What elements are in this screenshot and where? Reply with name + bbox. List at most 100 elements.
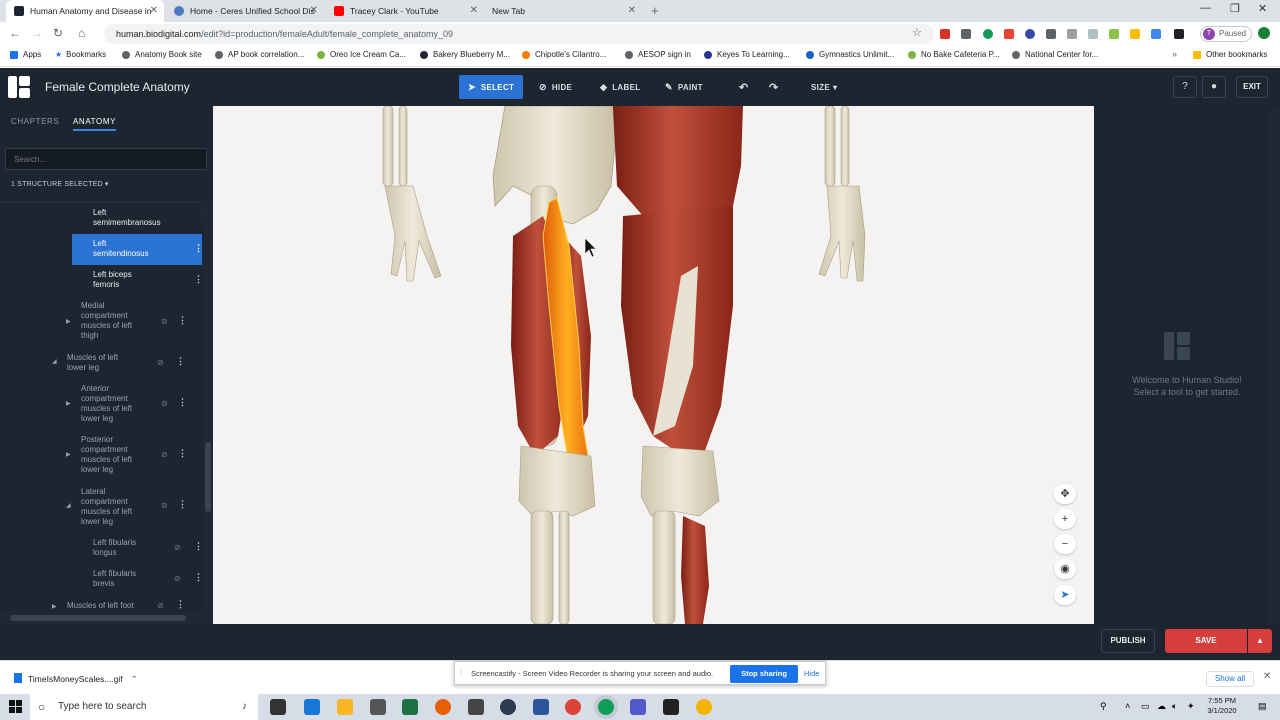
scrollbar-thumb[interactable] [205,442,211,512]
undo-button[interactable]: ↶ [730,75,758,99]
close-downloads-icon[interactable]: ✕ [1263,671,1271,682]
more-options-icon[interactable]: ⋮ [198,209,202,220]
screencastify-extension-icon[interactable] [1004,29,1014,39]
expand-arrow-icon[interactable]: ▶ [66,451,71,458]
close-tab-icon[interactable]: ✕ [470,5,478,16]
other-bookmarks[interactable]: Other bookmarks [1193,50,1267,59]
bookmark-item[interactable]: AP book correlation... [215,50,304,59]
anatomy-search-input[interactable] [5,148,207,170]
bookmark-star-icon[interactable]: ☆ [912,26,922,39]
close-tab-icon[interactable]: ✕ [150,5,158,16]
tree-item-anterior-compartment-lower-leg[interactable]: Anterior compartment muscles of left low… [81,384,146,424]
bookmark-item[interactable]: National Center for... [1012,50,1098,59]
tree-item-left-biceps-femoris[interactable]: Left biceps femoris [93,270,153,290]
browser-tab-ceres[interactable]: Home - Ceres Unified School Dis ✕ [166,0,324,22]
bookmark-item[interactable]: ★ Bookmarks [55,50,106,59]
file-explorer-icon[interactable] [337,699,353,715]
show-all-downloads-button[interactable]: Show all [1206,671,1254,687]
eye-slash-icon[interactable]: ⊘ [161,501,168,510]
more-options-icon[interactable]: ⋮ [194,243,202,254]
expand-arrow-icon[interactable]: ▶ [66,318,71,325]
tree-vertical-scrollbar[interactable] [203,202,213,612]
home-icon[interactable]: ⌂ [78,26,85,40]
eye-slash-icon[interactable]: ⊘ [161,399,168,408]
extension-icon[interactable] [1088,29,1098,39]
volume-icon[interactable]: 🔈︎ [1172,701,1177,712]
teams-icon[interactable] [630,699,646,715]
address-bar[interactable]: human.biodigital.com/edit?id=production/… [104,24,934,44]
system-clock[interactable]: 7:55 PM 3/1/2020 [1200,696,1244,716]
recenter-button[interactable]: ✥ [1054,484,1076,504]
browser-tab-newtab[interactable]: New Tab ✕ [484,0,642,22]
extension-icon[interactable] [1151,29,1161,39]
photos-icon[interactable] [663,699,679,715]
bookmark-item[interactable]: No Bake Cafeteria P... [908,50,1000,59]
bookmark-item[interactable]: Oreo Ice Cream Ca... [317,50,406,59]
app-icon[interactable] [370,699,386,715]
word-icon[interactable] [533,699,549,715]
bookmark-apps[interactable]: Apps [10,50,41,59]
drive-extension-icon[interactable] [961,29,971,39]
new-tab-plus-icon[interactable]: + [651,3,659,18]
chrome-icon[interactable] [565,699,581,715]
app-icon[interactable] [500,699,516,715]
tab-chapters[interactable]: CHAPTERS [11,117,59,126]
bookmark-item[interactable]: Gymnastics Unlimit... [806,50,894,59]
hide-banner-button[interactable]: Hide [804,669,819,678]
browser-tab-youtube[interactable]: Tracey Clark - YouTube ✕ [326,0,484,22]
chrome-active-icon[interactable] [598,699,614,715]
tree-horizontal-scrollbar[interactable] [0,612,213,624]
restore-window-icon[interactable]: ❐ [1230,2,1240,15]
eye-slash-icon[interactable]: ⊘ [161,317,168,326]
reload-icon[interactable]: ↻ [53,26,63,40]
reset-view-button[interactable]: ◉ [1054,559,1076,579]
tree-item-muscles-left-lower-leg[interactable]: Muscles of left lower leg [67,353,137,373]
sync-status-icon[interactable] [1258,27,1270,39]
tree-item-left-semimembranosus[interactable]: Left semimembranosus [93,208,173,228]
tree-item-posterior-compartment-lower-leg[interactable]: Posterior compartment muscles of left lo… [81,435,146,475]
anatomy-3d-viewer[interactable] [213,106,1094,624]
tree-item-left-semitendinosus[interactable]: Left semitendinosus [72,234,202,265]
help-button[interactable]: ? [1173,76,1197,98]
windows-start-icon[interactable] [9,700,22,713]
notifications-icon[interactable]: ▤ [1258,701,1267,712]
label-tool-button[interactable]: ◆ LABEL [591,75,649,99]
calculator-icon[interactable] [468,699,484,715]
zoom-out-button[interactable]: − [1054,534,1076,554]
onedrive-icon[interactable]: ☁ [1157,701,1166,712]
tree-item-lateral-compartment-lower-leg[interactable]: Lateral compartment muscles of left lowe… [81,487,146,527]
excel-icon[interactable] [402,699,418,715]
hide-tool-button[interactable]: ⊘ HIDE [530,75,581,99]
drag-handle-icon[interactable]: ⁞ [460,668,462,677]
forward-arrow-icon[interactable]: → [31,26,43,40]
scrollbar-thumb[interactable] [10,615,186,621]
navigate-button[interactable]: ➤ [1054,585,1076,605]
account-button[interactable]: ● [1202,76,1226,98]
anatomy-model-render[interactable] [213,106,1094,624]
more-options-icon[interactable]: ⋮ [194,572,202,583]
expand-arrow-icon[interactable]: ▶ [52,603,57,610]
panel-scrollbar[interactable] [1270,106,1280,624]
extension-icon[interactable] [1174,29,1184,39]
more-bookmarks-chevron-icon[interactable]: » [1172,49,1177,59]
taskbar-search-box[interactable]: ○ Type here to search ♪ [30,694,258,720]
eye-slash-icon[interactable]: ⊘ [157,358,164,367]
expand-arrow-icon[interactable]: ▶ [66,400,71,407]
bookmark-item[interactable]: Keyes To Learning... [704,50,790,59]
tab-anatomy[interactable]: ANATOMY [73,117,117,131]
more-options-icon[interactable]: ⋮ [176,356,185,367]
microphone-icon[interactable]: ♪ [242,694,247,720]
structure-selection-dropdown[interactable]: 1 STRUCTURE SELECTED ▾ [11,180,109,188]
chrome-icon[interactable] [696,699,712,715]
back-arrow-icon[interactable]: ← [9,26,21,40]
stop-sharing-button[interactable]: Stop sharing [730,665,798,683]
biodigital-logo[interactable] [8,76,30,98]
person-icon[interactable]: ⚲ [1100,701,1107,712]
close-window-icon[interactable]: ✕ [1258,2,1267,15]
dropbox-icon[interactable]: ✦ [1187,701,1195,712]
more-options-icon[interactable]: ⋮ [178,397,187,408]
paint-tool-button[interactable]: ✎ PAINT [656,75,712,99]
close-tab-icon[interactable]: ✕ [310,5,318,16]
k-extension-icon[interactable] [1025,29,1035,39]
publish-button[interactable]: PUBLISH [1101,629,1155,653]
